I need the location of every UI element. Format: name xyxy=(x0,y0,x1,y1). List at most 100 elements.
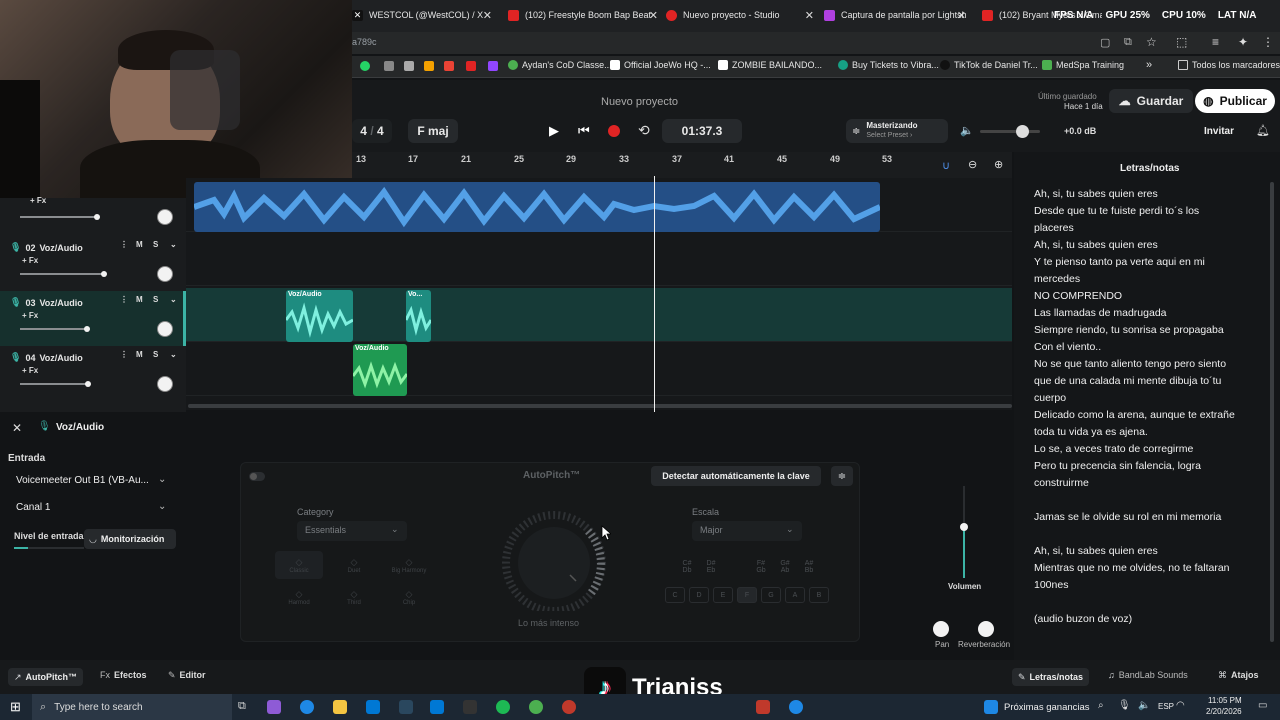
sharp-key[interactable]: C# Db xyxy=(677,559,697,575)
mic-icon[interactable]: 🎙︎ xyxy=(1118,700,1131,711)
natural-key[interactable]: C xyxy=(665,587,685,603)
folder-icon[interactable] xyxy=(333,700,347,714)
intensity-knob[interactable] xyxy=(496,511,616,611)
spotify-icon[interactable] xyxy=(496,700,510,714)
volume-knob[interactable] xyxy=(101,271,107,277)
lyrics-scrollbar[interactable] xyxy=(1270,182,1274,642)
bookmark-aydan[interactable]: Aydan's CoD Classe... xyxy=(508,60,612,70)
tab-freestyle[interactable]: (102) Freestyle Boom Bap Beat ✕ xyxy=(508,6,658,24)
solo-button[interactable]: S xyxy=(153,295,158,304)
effect-preset[interactable]: ◇ Harmod xyxy=(275,583,323,611)
chevron-down-icon[interactable]: ⌄ xyxy=(170,295,177,304)
volume-knob[interactable] xyxy=(85,381,91,387)
natural-key[interactable]: E xyxy=(713,587,733,603)
monitor-button[interactable]: ◡ Monitorización xyxy=(84,529,176,549)
bookmark-medspa[interactable]: MedSpa Training xyxy=(1042,60,1124,70)
bookmark-icon[interactable] xyxy=(404,61,414,71)
zoom-out-icon[interactable]: ⊖ xyxy=(968,158,977,171)
store-icon[interactable] xyxy=(430,700,444,714)
wifi-icon[interactable]: ◠ xyxy=(1176,700,1185,711)
volume-slider[interactable] xyxy=(20,273,104,275)
channel-select[interactable]: Canal 1 ⌄ xyxy=(8,497,178,519)
natural-key[interactable]: A xyxy=(785,587,805,603)
natural-key[interactable]: D xyxy=(689,587,709,603)
tab-studio[interactable]: Nuevo proyecto - Studio ✕ xyxy=(666,6,814,24)
chrome-icon[interactable] xyxy=(529,700,543,714)
play-icon[interactable]: ▶ xyxy=(549,123,559,139)
clip-vocal-3[interactable]: Voz/Audio xyxy=(353,344,407,396)
horizontal-scrollbar[interactable] xyxy=(188,404,1012,408)
close-icon[interactable]: ✕ xyxy=(483,9,492,22)
effect-preset[interactable]: ◇ Third xyxy=(330,583,378,611)
mastering-selector[interactable]: ≑ Masterizando Select Preset › xyxy=(846,119,948,143)
natural-key[interactable]: B xyxy=(809,587,829,603)
volume-fader[interactable] xyxy=(948,486,982,578)
volume-slider[interactable] xyxy=(20,328,86,330)
bookmark-all[interactable]: Todos los marcadores xyxy=(1178,60,1280,70)
tab-shortcuts[interactable]: ⌘ Atajos xyxy=(1218,670,1259,681)
bookmark-joewo[interactable]: Official JoeWo HQ -... xyxy=(610,60,711,70)
twitch-icon[interactable] xyxy=(488,61,498,71)
skip-back-icon[interactable]: ⏮ xyxy=(578,123,590,139)
volume-slider[interactable] xyxy=(20,216,98,218)
task-view-icon[interactable]: ⧉ xyxy=(238,700,252,714)
more-icon[interactable]: ⋮ xyxy=(120,350,128,359)
sharp-key[interactable]: D# Eb xyxy=(701,559,721,575)
whatsapp-icon[interactable] xyxy=(360,61,370,71)
effect-preset[interactable]: ◇ Duet xyxy=(330,551,378,579)
chevron-down-icon[interactable]: ⌄ xyxy=(170,240,177,249)
close-icon[interactable]: ✕ xyxy=(805,9,814,22)
bookmark-icon[interactable] xyxy=(424,61,434,71)
solo-button[interactable]: S xyxy=(153,350,158,359)
pan-dial[interactable] xyxy=(157,209,173,225)
taskbar-search[interactable]: ⌕ Type here to search xyxy=(32,694,232,720)
track-03[interactable]: 🎙︎ 03 Voz/Audio ⋮ M S ⌄ + Fx xyxy=(0,291,186,346)
effect-preset[interactable]: ◇ Big Harmony xyxy=(385,551,433,579)
news-icon[interactable] xyxy=(984,700,998,714)
lane-02[interactable] xyxy=(186,232,1012,286)
bookmark-zombie[interactable]: ZOMBIE BAILANDO... xyxy=(718,60,822,70)
track-02[interactable]: 🎙︎ 02 Voz/Audio ⋮ M S ⌄ + Fx xyxy=(0,236,186,291)
tab-editor[interactable]: ✎ Editor xyxy=(168,670,206,681)
tab-effects[interactable]: Fx Efectos xyxy=(100,670,147,680)
outlook-icon[interactable] xyxy=(366,700,380,714)
playhead[interactable] xyxy=(654,176,655,412)
clip-vocal-1[interactable]: Voz/Audio xyxy=(286,290,353,342)
pan-dial[interactable] xyxy=(157,321,173,337)
category-select[interactable]: Essentials ⌄ xyxy=(297,521,407,541)
tab-sounds[interactable]: ♫ BandLab Sounds xyxy=(1108,670,1188,680)
pan-dial[interactable] xyxy=(157,266,173,282)
address-bar[interactable]: a789c ▢ ⧉ ☆ ⬚ ≡ ✦ ⋮ xyxy=(352,32,1280,54)
invite-button[interactable]: Invitar xyxy=(1204,126,1234,137)
sharp-key[interactable]: F# Gb xyxy=(751,559,771,575)
volume-slider[interactable] xyxy=(20,383,88,385)
volume-knob[interactable] xyxy=(94,214,100,220)
more-icon[interactable]: ⋮ xyxy=(120,295,128,304)
opera-icon[interactable] xyxy=(562,700,576,714)
bookmark-tiktok[interactable]: TikTok de Daniel Tr... xyxy=(940,60,1038,70)
menu-icon[interactable]: ⋮ xyxy=(1262,35,1274,49)
input-device-select[interactable]: Voicemeeter Out B1 (VB-Au... ⌄ xyxy=(8,470,178,492)
solo-button[interactable]: S xyxy=(153,240,158,249)
chevron-right-icon[interactable]: » xyxy=(1146,59,1152,71)
key-selector[interactable]: F maj xyxy=(408,119,458,143)
zoom-in-icon[interactable]: ⊕ xyxy=(994,158,1003,171)
search-icon[interactable]: ⌕ xyxy=(1098,700,1104,711)
close-icon[interactable]: ✕ xyxy=(12,421,22,435)
time-signature[interactable]: 4 / 4 xyxy=(352,119,392,143)
chevron-down-icon[interactable]: ⌄ xyxy=(170,350,177,359)
tab-westcol[interactable]: ✕ WESTCOL (@WestCOL) / X ✕ xyxy=(352,6,492,24)
master-volume-knob[interactable] xyxy=(1016,125,1029,138)
bookmark-vibra[interactable]: Buy Tickets to Vibra... xyxy=(838,60,939,70)
cast-icon[interactable]: ⧉ xyxy=(1124,36,1132,49)
volume-handle[interactable] xyxy=(960,523,968,531)
bell-icon[interactable]: 🔔︎ xyxy=(1256,124,1270,137)
tab-lightshot[interactable]: Captura de pantalla por Lightsh ✕ xyxy=(824,6,966,24)
screenshot-icon[interactable]: ▢ xyxy=(1100,36,1110,49)
star-icon[interactable]: ☆ xyxy=(1146,35,1157,49)
copilot-icon[interactable] xyxy=(267,700,281,714)
edge-icon[interactable] xyxy=(300,700,314,714)
speaker-icon[interactable]: 🔈 xyxy=(1138,700,1150,711)
master-volume-slider[interactable] xyxy=(980,130,1040,133)
lane-04[interactable] xyxy=(186,342,1012,396)
